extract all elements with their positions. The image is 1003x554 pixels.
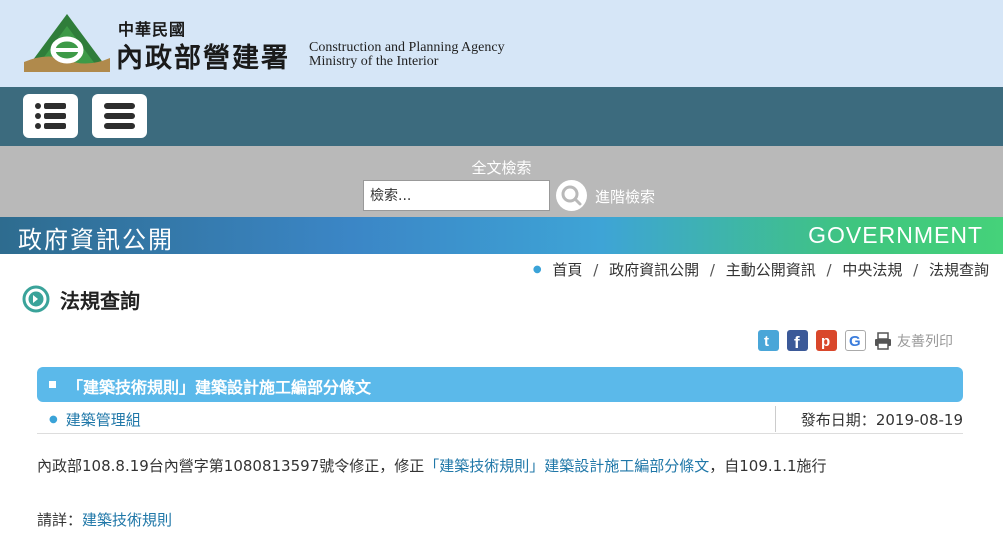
publish-date-label: 發布日期： — [800, 411, 876, 429]
breadcrumb-separator: / — [913, 261, 919, 279]
article-content: 內政部108.8.19台內營字第1080813597號令修正，修正「建築技術規則… — [37, 455, 827, 476]
section-banner: 政府資訊公開 GOVERNMENT — [0, 217, 1003, 254]
square-bullet-icon — [49, 381, 56, 388]
unit-link[interactable]: ● 建築管理組 — [49, 409, 141, 430]
breadcrumb-separator: / — [593, 261, 599, 279]
search-input[interactable] — [363, 180, 550, 211]
breadcrumb-separator: / — [709, 261, 715, 279]
plurk-icon[interactable]: p — [816, 330, 837, 351]
main-nav-bar — [0, 87, 1003, 146]
breadcrumb-item-law-search[interactable]: 法規查詢 — [929, 261, 989, 279]
breadcrumb: ● 首頁 / 政府資訊公開 / 主動公開資訊 / 中央法規 / 法規查詢 — [533, 259, 989, 280]
detail-label: 請詳： — [37, 511, 83, 529]
agency-logo[interactable] — [22, 12, 112, 74]
svg-text:G: G — [849, 333, 861, 350]
publish-date-value: 2019-08-19 — [875, 411, 963, 429]
twitter-icon[interactable]: t — [758, 330, 779, 351]
content-prefix: 內政部108.8.19台內營字第1080813597號令修正，修正 — [37, 457, 425, 475]
breadcrumb-item-home[interactable]: 首頁 — [552, 261, 582, 279]
unit-bullet-icon: ● — [49, 414, 58, 425]
arrow-circle-icon — [22, 285, 50, 313]
meta-divider — [775, 406, 776, 432]
print-label[interactable]: 友善列印 — [897, 331, 953, 351]
content-link[interactable]: 「建築技術規則」建築設計施工編部分條文 — [424, 457, 709, 475]
breadcrumb-item-gov-info[interactable]: 政府資訊公開 — [609, 261, 699, 279]
advanced-search-link[interactable]: 進階檢索 — [595, 186, 655, 207]
svg-text:f: f — [794, 333, 800, 351]
hamburger-icon — [104, 103, 135, 129]
list-icon — [35, 103, 66, 129]
menu-button-list[interactable] — [23, 94, 78, 138]
search-icon — [561, 185, 582, 206]
publish-date: 發布日期：2019-08-19 — [801, 409, 963, 430]
google-icon[interactable]: G — [845, 330, 866, 351]
page-title: 法規查詢 — [60, 289, 140, 313]
content-suffix: ，自109.1.1施行 — [709, 457, 827, 475]
breadcrumb-item-central-law[interactable]: 中央法規 — [842, 261, 902, 279]
svg-text:p: p — [821, 333, 830, 350]
breadcrumb-item-public-info[interactable]: 主動公開資訊 — [726, 261, 816, 279]
search-title: 全文檢索 — [471, 159, 532, 177]
org-name: 內政部營建署 — [116, 43, 290, 74]
menu-button-hamburger[interactable] — [92, 94, 147, 138]
detail-link[interactable]: 建築技術規則 — [82, 511, 172, 529]
banner-title-zh: 政府資訊公開 — [18, 226, 174, 254]
article-meta: ● 建築管理組 發布日期：2019-08-19 — [37, 404, 963, 434]
unit-name[interactable]: 建築管理組 — [66, 411, 141, 429]
print-icon[interactable] — [873, 331, 893, 351]
org-name-en-2: Ministry of the Interior — [309, 54, 439, 69]
site-header: 中華民國 內政部營建署 Construction and Planning Ag… — [0, 0, 1003, 87]
search-area: 全文檢索 進階檢索 — [0, 146, 1003, 217]
banner-title-en: GOVERNMENT — [808, 222, 983, 248]
article-header: 「建築技術規則」建築設計施工編部分條文 — [37, 367, 963, 402]
svg-text:t: t — [764, 333, 769, 350]
article-title: 「建築技術規則」建築設計施工編部分條文 — [67, 378, 372, 397]
facebook-icon[interactable]: f — [787, 330, 808, 352]
article-detail: 請詳：建築技術規則 — [37, 509, 172, 530]
search-button[interactable] — [556, 180, 587, 211]
breadcrumb-separator: / — [826, 261, 832, 279]
breadcrumb-bullet-icon: ● — [532, 264, 542, 275]
